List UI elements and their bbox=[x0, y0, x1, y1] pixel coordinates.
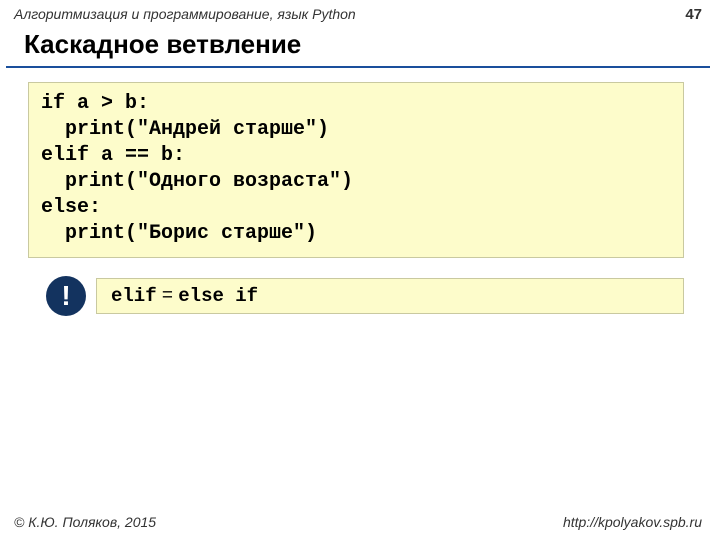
slide-header: Алгоритмизация и программирование, язык … bbox=[0, 0, 720, 25]
copyright: © К.Ю. Поляков, 2015 bbox=[14, 514, 156, 530]
page-number: 47 bbox=[685, 6, 702, 23]
course-title: Алгоритмизация и программирование, язык … bbox=[14, 6, 356, 22]
slide-title: Каскадное ветвление bbox=[6, 25, 710, 68]
code-line: if a > b: bbox=[41, 92, 149, 115]
code-line: print("Андрей старше") bbox=[41, 118, 329, 141]
exclamation-icon: ! bbox=[46, 276, 86, 316]
code-line: else: bbox=[41, 196, 101, 219]
note-eq: = bbox=[157, 285, 179, 306]
note-row: ! elif = else if bbox=[46, 276, 684, 316]
note-elseif: else if bbox=[178, 285, 258, 307]
code-line: print("Борис старше") bbox=[41, 222, 317, 245]
code-line: elif a == b: bbox=[41, 144, 185, 167]
note-box: elif = else if bbox=[96, 278, 684, 314]
note-elif: elif bbox=[111, 285, 157, 307]
code-block: if a > b: print("Андрей старше") elif a … bbox=[28, 82, 684, 258]
code-line: print("Одного возраста") bbox=[41, 170, 353, 193]
slide-footer: © К.Ю. Поляков, 2015 http://kpolyakov.sp… bbox=[0, 514, 720, 530]
footer-url: http://kpolyakov.spb.ru bbox=[563, 514, 702, 530]
